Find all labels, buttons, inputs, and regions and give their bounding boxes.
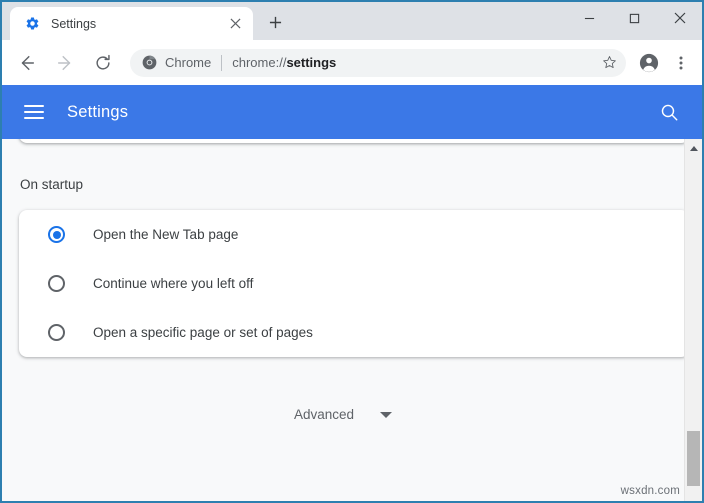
section-heading-on-startup: On startup bbox=[20, 177, 83, 192]
tab-title: Settings bbox=[51, 17, 225, 31]
address-bar[interactable]: Chrome chrome://settings bbox=[130, 49, 626, 77]
radio-option-specific-pages[interactable]: Open a specific page or set of pages bbox=[19, 308, 684, 357]
on-startup-card: Open the New Tab page Continue where you… bbox=[19, 210, 684, 357]
close-icon[interactable] bbox=[225, 14, 245, 34]
search-icon[interactable] bbox=[654, 97, 684, 127]
star-icon[interactable] bbox=[596, 50, 622, 76]
tab-strip: Settings bbox=[2, 2, 702, 40]
hamburger-line bbox=[24, 111, 44, 113]
previous-section-card-edge bbox=[19, 139, 684, 143]
hamburger-line bbox=[24, 117, 44, 119]
advanced-expander[interactable]: Advanced bbox=[2, 407, 684, 422]
window-controls bbox=[567, 2, 702, 34]
hamburger-line bbox=[24, 105, 44, 107]
url-emphasis: settings bbox=[286, 55, 336, 70]
radio-option-continue-where-left-off[interactable]: Continue where you left off bbox=[19, 259, 684, 308]
advanced-label: Advanced bbox=[294, 407, 354, 422]
maximize-icon[interactable] bbox=[612, 2, 657, 34]
watermark: wsxdn.com bbox=[621, 485, 680, 497]
tab-settings[interactable]: Settings bbox=[10, 7, 253, 40]
chrome-logo-icon bbox=[142, 55, 157, 70]
radio-label: Continue where you left off bbox=[93, 276, 253, 291]
browser-toolbar: Chrome chrome://settings bbox=[2, 40, 702, 85]
back-arrow-icon[interactable] bbox=[12, 48, 42, 78]
radio-label: Open the New Tab page bbox=[93, 227, 238, 242]
radio-button-selected[interactable] bbox=[48, 226, 65, 243]
minimize-icon[interactable] bbox=[567, 2, 612, 34]
chrome-badge: Chrome bbox=[142, 55, 211, 70]
chrome-badge-label: Chrome bbox=[165, 55, 211, 70]
url-prefix: chrome:// bbox=[232, 55, 286, 70]
page-title: Settings bbox=[67, 103, 128, 122]
vertical-scrollbar[interactable] bbox=[684, 139, 702, 501]
radio-button[interactable] bbox=[48, 275, 65, 292]
omnibox-divider bbox=[221, 55, 222, 71]
new-tab-button[interactable] bbox=[263, 10, 287, 34]
omnibox-url-text: chrome://settings bbox=[232, 55, 596, 70]
gear-icon bbox=[24, 16, 40, 32]
three-dot-menu-icon[interactable] bbox=[666, 48, 696, 78]
account-avatar-icon[interactable] bbox=[634, 48, 664, 78]
forward-arrow-icon[interactable] bbox=[50, 48, 80, 78]
settings-content: On startup Open the New Tab page Continu… bbox=[2, 139, 684, 501]
reload-icon[interactable] bbox=[88, 48, 118, 78]
scroll-up-arrow-icon[interactable] bbox=[685, 141, 702, 155]
radio-button[interactable] bbox=[48, 324, 65, 341]
browser-window: Settings bbox=[0, 0, 704, 503]
chevron-down-icon[interactable] bbox=[380, 412, 392, 418]
radio-option-new-tab-page[interactable]: Open the New Tab page bbox=[19, 210, 684, 259]
hamburger-menu-icon[interactable] bbox=[24, 101, 46, 123]
close-icon[interactable] bbox=[657, 2, 702, 34]
scrollbar-thumb[interactable] bbox=[687, 431, 700, 486]
radio-label: Open a specific page or set of pages bbox=[93, 325, 313, 340]
settings-header-bar: Settings bbox=[2, 85, 702, 139]
